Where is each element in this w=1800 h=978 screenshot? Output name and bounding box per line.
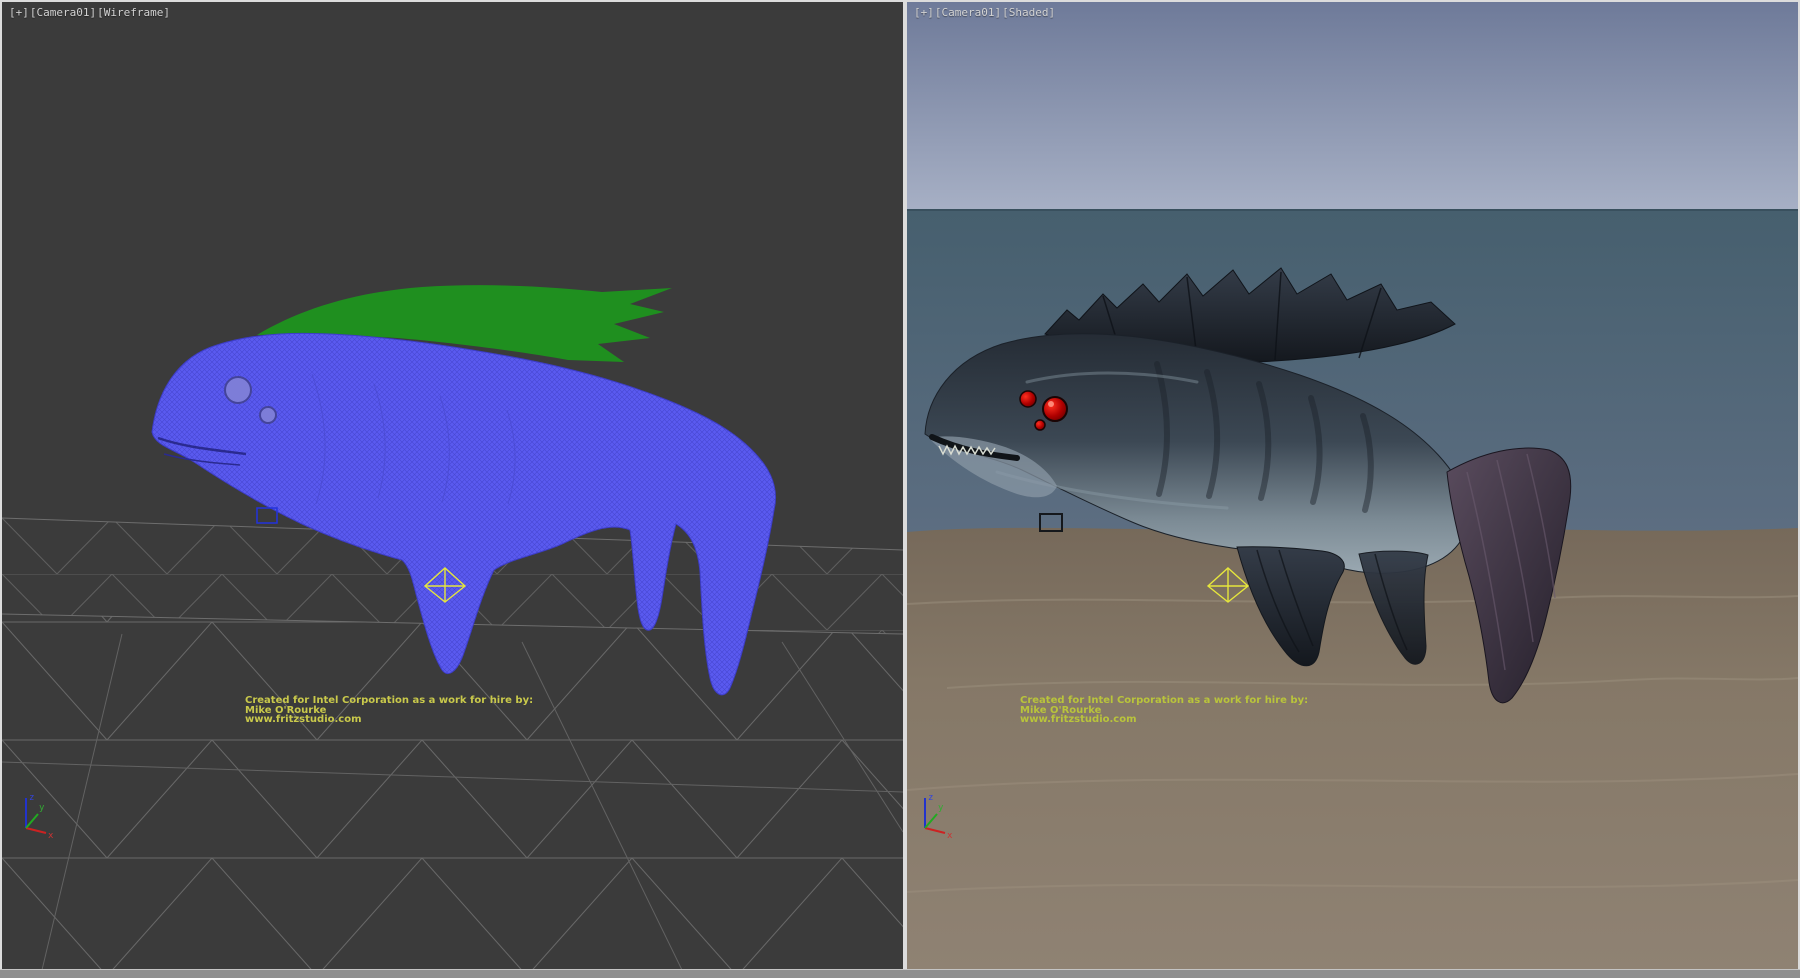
viewport-shaded[interactable]: [+][Camera01][Shaded] xyxy=(907,2,1798,970)
fish-eye-main xyxy=(1043,397,1067,421)
viewport-wireframe[interactable]: [+][Camera01][Wireframe] xyxy=(2,2,903,970)
viewport-menu-right: [+][Camera01][Shaded] xyxy=(914,6,1056,19)
sand-ground xyxy=(907,527,1798,970)
window-bottom-edge xyxy=(0,969,1800,978)
wireframe-scene[interactable]: z x y xyxy=(2,2,903,970)
copyright-watermark: Created for Intel Corporation as a work … xyxy=(245,696,533,725)
fish-eye-second xyxy=(1020,391,1036,407)
axis-x-label: x xyxy=(48,831,54,841)
viewport-shading-menu[interactable]: [Shaded] xyxy=(1002,6,1055,19)
horizon-line xyxy=(907,209,1798,211)
axis-x-label: x xyxy=(947,831,953,841)
axis-z-label: z xyxy=(928,793,933,803)
fish-eye-small xyxy=(260,407,276,423)
watermark-line-3: www.fritzstudio.com xyxy=(1020,715,1308,725)
viewport-menu-left: [+][Camera01][Wireframe] xyxy=(9,6,171,19)
axis-y-label: y xyxy=(938,803,944,813)
axis-z-label: z xyxy=(29,793,34,803)
viewport-camera-menu[interactable]: [Camera01] xyxy=(935,6,1001,19)
sky xyxy=(907,2,1798,211)
viewport-shading-menu[interactable]: [Wireframe] xyxy=(97,6,170,19)
axis-y-label: y xyxy=(39,803,45,813)
viewport-pos-menu[interactable]: [+] xyxy=(914,6,934,19)
fish-eye-large xyxy=(225,377,251,403)
viewport-pos-menu[interactable]: [+] xyxy=(9,6,29,19)
fish-eye-glint xyxy=(1048,401,1054,407)
viewport-camera-menu[interactable]: [Camera01] xyxy=(30,6,96,19)
shaded-scene[interactable]: z x y xyxy=(907,2,1798,970)
watermark-line-3: www.fritzstudio.com xyxy=(245,715,533,725)
copyright-watermark: Created for Intel Corporation as a work … xyxy=(1020,696,1308,725)
fish-eye-third xyxy=(1035,420,1045,430)
